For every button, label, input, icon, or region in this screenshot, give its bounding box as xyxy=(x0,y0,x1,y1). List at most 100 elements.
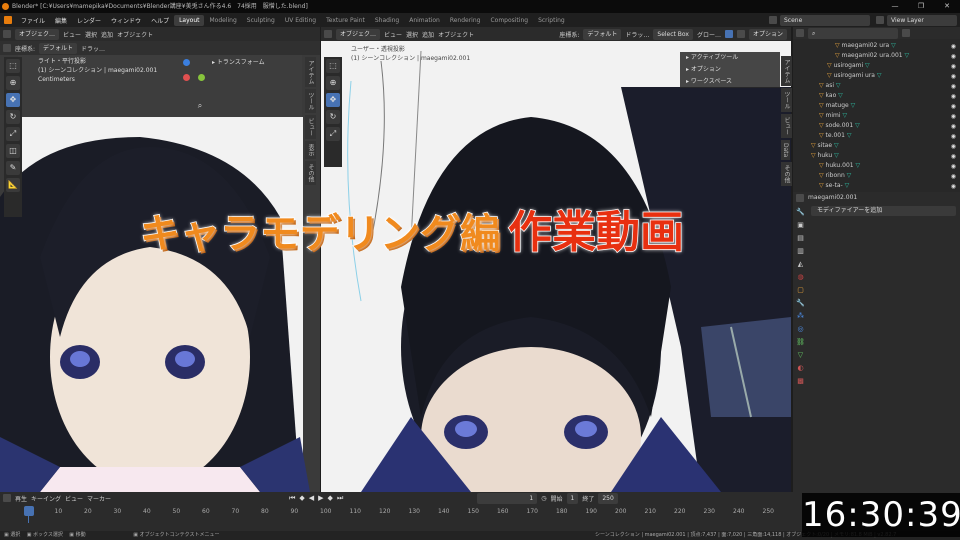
object-tab-icon[interactable]: ▢ xyxy=(797,286,804,294)
mesh-data-icon[interactable]: ▽ xyxy=(845,132,852,139)
menu-add[interactable]: 追加 xyxy=(422,30,434,39)
mesh-data-icon[interactable]: ▽ xyxy=(854,162,861,169)
scene-selector[interactable]: Scene xyxy=(780,14,870,26)
mode-dropdown[interactable]: オブジェク… xyxy=(15,28,60,40)
modifier-tab-icon[interactable]: 🔧 xyxy=(796,299,805,307)
outliner-row[interactable]: ▽ sode.001 ▽ ◉ xyxy=(793,121,960,131)
panel-options[interactable]: ▸ オプション xyxy=(686,64,780,76)
menu-view[interactable]: ビュー xyxy=(63,30,81,39)
shading-solid-icon[interactable] xyxy=(736,30,745,38)
mesh-data-icon[interactable]: ▽ xyxy=(832,142,839,149)
outliner-type-icon[interactable] xyxy=(796,29,804,37)
menu-select[interactable]: 選択 xyxy=(406,30,418,39)
drag-dropdown[interactable]: ドラッ… xyxy=(81,44,105,53)
overlay-toggle-icon[interactable] xyxy=(724,30,733,38)
tab-compositing[interactable]: Compositing xyxy=(485,15,533,26)
gizmo-y-axis[interactable] xyxy=(198,74,205,81)
menu-help[interactable]: ヘルプ xyxy=(146,16,174,25)
sidebar-tab-item[interactable]: アイテム xyxy=(781,56,792,86)
outliner-row[interactable]: ▽ se-ta- ▽ ◉ xyxy=(793,181,960,191)
texture-tab-icon[interactable]: ▩ xyxy=(797,377,804,385)
outliner-filter-search[interactable]: ⌕ xyxy=(808,27,898,39)
zoom-icon[interactable]: ⌕ xyxy=(193,99,207,113)
sidebar-tab-view[interactable]: ビュー xyxy=(305,115,316,139)
tab-scripting[interactable]: Scripting xyxy=(533,15,570,26)
maximize-button[interactable]: ❐ xyxy=(908,0,934,13)
constraints-tab-icon[interactable]: ⛓ xyxy=(796,338,805,346)
material-tab-icon[interactable]: ◐ xyxy=(797,364,803,372)
tab-animation[interactable]: Animation xyxy=(404,15,445,26)
menu-select[interactable]: 選択 xyxy=(85,30,97,39)
menu-object[interactable]: オブジェクト xyxy=(438,30,474,39)
particles-tab-icon[interactable]: ⁂ xyxy=(797,312,804,320)
menu-edit[interactable]: 編集 xyxy=(50,16,72,25)
outliner-row[interactable]: ▽ sitae ▽ ◉ xyxy=(793,141,960,151)
tool-move-icon[interactable]: ✥ xyxy=(326,93,340,107)
render-tab-icon[interactable]: ▣ xyxy=(797,221,804,229)
physics-tab-icon[interactable]: ◎ xyxy=(797,325,803,333)
mesh-data-icon[interactable]: ▽ xyxy=(863,62,870,69)
tab-sculpting[interactable]: Sculpting xyxy=(242,15,280,26)
sidebar-tab-display[interactable]: 表示 xyxy=(305,141,316,159)
sidebar-tab-data[interactable]: Data xyxy=(781,140,790,161)
tool-scale-icon[interactable]: ⤢ xyxy=(6,127,20,141)
outliner-row[interactable]: ▽ usirogami ▽ ◉ xyxy=(793,61,960,71)
outliner-row[interactable]: ▽ mimi ▽ ◉ xyxy=(793,111,960,121)
menu-view[interactable]: ビュー xyxy=(384,30,402,39)
tab-uv-editing[interactable]: UV Editing xyxy=(280,15,321,26)
view-layer-selector[interactable]: View Layer xyxy=(887,14,957,26)
mesh-data-icon[interactable]: ▽ xyxy=(845,172,852,179)
tool-annotate-icon[interactable]: ✎ xyxy=(6,161,20,175)
output-tab-icon[interactable]: ▤ xyxy=(797,234,804,242)
tool-select-icon[interactable]: ⬚ xyxy=(326,59,340,73)
tool-move-icon[interactable]: ✥ xyxy=(6,93,20,107)
tool-cursor-icon[interactable]: ⊕ xyxy=(326,76,340,90)
world-tab-icon[interactable]: ◍ xyxy=(797,273,803,281)
gizmo-z-axis[interactable] xyxy=(183,59,190,66)
tool-scale-icon[interactable]: ⤢ xyxy=(326,127,340,141)
menu-file[interactable]: ファイル xyxy=(16,16,50,25)
outliner-row[interactable]: ▽ kao ▽ ◉ xyxy=(793,91,960,101)
tool-tab-icon[interactable]: 🔧 xyxy=(796,208,805,216)
panel-active-tool[interactable]: ▸ アクティブツール xyxy=(686,52,780,64)
editor-type-icon[interactable] xyxy=(3,30,11,38)
close-button[interactable]: ✕ xyxy=(934,0,960,13)
tab-texture-paint[interactable]: Texture Paint xyxy=(321,15,370,26)
outliner-row[interactable]: ▽ huku ▽ ◉ xyxy=(793,151,960,161)
tool-transform-icon[interactable]: ◫ xyxy=(6,144,20,158)
outliner-row[interactable]: ▽ matuge ▽ ◉ xyxy=(793,101,960,111)
mode-dropdown[interactable]: オブジェク… xyxy=(336,28,381,40)
sidebar-tab-view[interactable]: ビュー xyxy=(781,114,792,138)
outliner-row[interactable]: ▽ usirogami ura ▽ ◉ xyxy=(793,71,960,81)
tool-measure-icon[interactable]: 📐 xyxy=(6,178,20,192)
tab-modeling[interactable]: Modeling xyxy=(204,15,241,26)
timeline-ruler[interactable]: 1102030405060708090100110120130140150160… xyxy=(0,492,800,522)
tab-layout[interactable]: Layout xyxy=(174,14,205,26)
menu-object[interactable]: オブジェクト xyxy=(117,30,153,39)
move-icon[interactable] xyxy=(3,44,11,52)
sidebar-tab-tool[interactable]: ツール xyxy=(781,88,792,112)
mesh-data-icon[interactable]: ▽ xyxy=(836,92,843,99)
add-modifier-button[interactable]: モディファイアーを追加 xyxy=(811,206,956,216)
sidebar-tab-other[interactable]: その他 xyxy=(781,162,792,187)
outliner-row[interactable]: ▽ te.001 ▽ ◉ xyxy=(793,131,960,141)
mesh-data-icon[interactable]: ▽ xyxy=(903,52,910,59)
outliner-row[interactable]: ▽ maegami02 ura ▽ ◉ xyxy=(793,41,960,51)
tool-select-icon[interactable]: ⬚ xyxy=(6,59,20,73)
gizmo-x-axis[interactable] xyxy=(183,74,190,81)
mesh-data-icon[interactable]: ▽ xyxy=(841,112,847,119)
tool-cursor-icon[interactable]: ⊕ xyxy=(6,76,20,90)
sidebar-tab-tool[interactable]: ツール xyxy=(305,89,316,113)
data-tab-icon[interactable]: ▽ xyxy=(798,351,803,359)
mesh-data-icon[interactable]: ▽ xyxy=(875,72,882,79)
select-box-dropdown[interactable]: Select Box xyxy=(653,28,693,40)
blender-menu-icon[interactable] xyxy=(4,16,12,24)
panel-workspace[interactable]: ▸ ワークスペース xyxy=(686,76,780,88)
outliner-row[interactable]: ▽ ribonn ▽ ◉ xyxy=(793,171,960,181)
minimize-button[interactable]: — xyxy=(882,0,908,13)
mesh-data-icon[interactable]: ▽ xyxy=(849,102,856,109)
scene-tab-icon[interactable]: ◭ xyxy=(798,260,803,268)
mesh-data-icon[interactable]: ▽ xyxy=(832,152,839,159)
tool-rotate-icon[interactable]: ↻ xyxy=(326,110,340,124)
mesh-data-icon[interactable]: ▽ xyxy=(853,122,860,129)
